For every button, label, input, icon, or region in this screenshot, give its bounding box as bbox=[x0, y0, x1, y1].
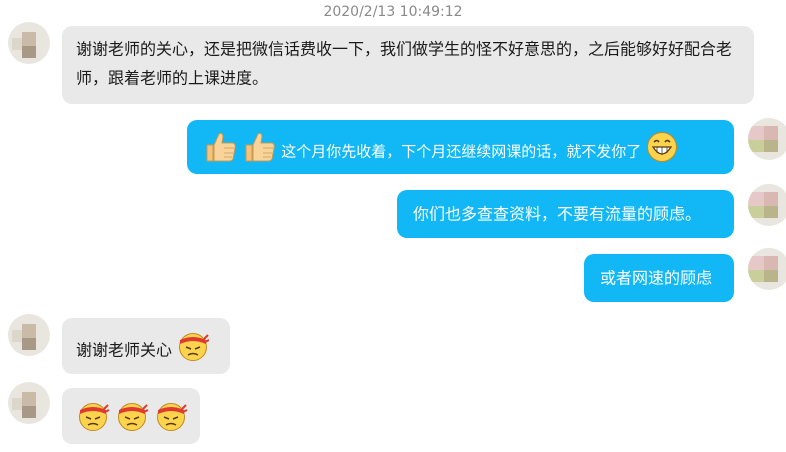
self-avatar[interactable] bbox=[748, 248, 786, 290]
contact-avatar[interactable] bbox=[8, 382, 50, 424]
struggle-emoji-icon bbox=[76, 400, 110, 441]
message-text: 或者网速的顾虑 bbox=[600, 268, 713, 288]
self-avatar[interactable] bbox=[748, 118, 786, 160]
thumbs-up-icon bbox=[203, 131, 237, 172]
incoming-message-bubble[interactable] bbox=[62, 388, 200, 444]
struggle-emoji-icon bbox=[154, 400, 188, 441]
message-text: 谢谢老师的关心，还是把微信话费收一下，我们做学生的怪不好意思的，之后能够好好配合… bbox=[76, 39, 733, 88]
struggle-emoji-icon bbox=[115, 400, 149, 441]
grin-emoji-icon bbox=[646, 131, 678, 172]
contact-avatar[interactable] bbox=[8, 314, 50, 356]
outgoing-message-bubble[interactable]: 或者网速的顾虑 bbox=[584, 254, 734, 302]
struggle-emoji-icon bbox=[177, 330, 210, 371]
message-timestamp: 2020/2/13 10:49:12 bbox=[323, 4, 463, 20]
outgoing-message-bubble[interactable]: 这个月你先收着，下个月还继续网课的话，就不发你了 bbox=[187, 120, 734, 174]
incoming-message-bubble[interactable]: 谢谢老师的关心，还是把微信话费收一下，我们做学生的怪不好意思的，之后能够好好配合… bbox=[62, 26, 754, 104]
message-text: 你们也多查查资料，不要有流量的顾虑。 bbox=[413, 204, 702, 224]
contact-avatar[interactable] bbox=[8, 22, 50, 64]
incoming-message-bubble[interactable]: 谢谢老师关心 bbox=[62, 318, 230, 374]
message-text: 谢谢老师关心 bbox=[76, 340, 173, 360]
outgoing-message-bubble[interactable]: 你们也多查查资料，不要有流量的顾虑。 bbox=[397, 190, 734, 238]
message-text: 这个月你先收着，下个月还继续网课的话，就不发你了 bbox=[281, 142, 642, 161]
self-avatar[interactable] bbox=[748, 184, 786, 226]
thumbs-up-icon bbox=[242, 131, 276, 172]
